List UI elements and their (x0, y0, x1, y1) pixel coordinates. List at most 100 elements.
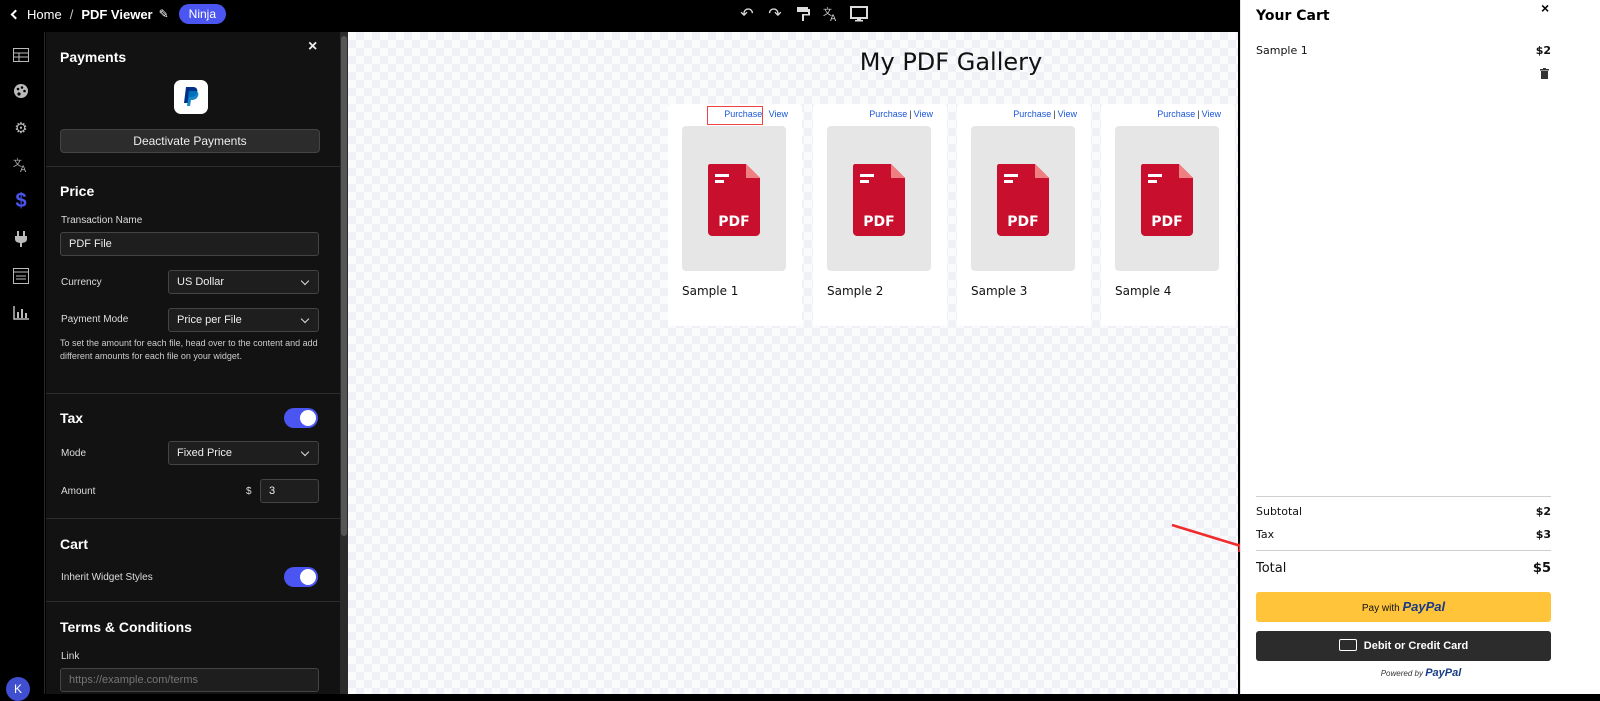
plug-icon[interactable] (10, 228, 32, 250)
chart-icon[interactable] (10, 302, 32, 324)
tax-row: Tax $3 (1256, 528, 1551, 541)
total-row: Total $5 (1256, 561, 1551, 576)
chevron-left-icon[interactable] (10, 9, 21, 19)
tax-mode-value: Fixed Price (177, 447, 233, 459)
deactivate-payments-button[interactable]: Deactivate Payments (60, 129, 320, 153)
plan-badge[interactable]: Ninja (178, 4, 227, 24)
currency-label: Currency (61, 277, 102, 288)
currency-symbol: $ (246, 486, 252, 497)
monitor-icon[interactable] (848, 3, 870, 25)
pdf-card[interactable]: Purchase | View PDF Sample 3 (957, 104, 1091, 326)
settings-panel: × Payments Deactivate Payments Price Tra… (46, 32, 346, 694)
dollar-icon[interactable]: $ (10, 190, 32, 212)
link-separator: | (1053, 109, 1056, 119)
card-links: Purchase|View (1013, 109, 1077, 119)
tax-value: $3 (1535, 528, 1551, 541)
chevron-down-icon (300, 447, 310, 457)
redo-icon[interactable]: ↷ (764, 3, 786, 25)
table-icon[interactable] (10, 44, 32, 66)
purchase-highlight-box (707, 106, 763, 125)
undo-icon[interactable]: ↶ (736, 3, 758, 25)
translate-icon[interactable]: 文A (820, 3, 842, 25)
payment-mode-label: Payment Mode (61, 314, 129, 325)
toggle-knob (300, 569, 316, 585)
svg-text:A: A (20, 165, 27, 173)
terms-link-input[interactable] (60, 668, 319, 692)
view-link[interactable]: View (1202, 109, 1221, 119)
breadcrumb-home[interactable]: Home (27, 7, 62, 22)
divider (46, 166, 346, 167)
page-title: PDF Viewer (81, 6, 153, 22)
view-link[interactable]: View (769, 109, 788, 119)
pdf-card[interactable]: Purchase|View PDF Sample 1 (668, 104, 802, 326)
paypal-button-prefix: Pay with (1361, 603, 1400, 614)
divider (1256, 550, 1551, 551)
chevron-down-icon (300, 276, 310, 286)
purchase-link[interactable]: Purchase (1013, 109, 1051, 119)
section-title-price: Price (60, 183, 95, 199)
tax-label: Tax (1256, 528, 1275, 541)
palette-icon[interactable] (10, 80, 32, 102)
inherit-styles-label: Inherit Widget Styles (61, 572, 153, 583)
total-value: $5 (1532, 561, 1551, 576)
trash-icon[interactable] (1540, 68, 1549, 82)
divider (46, 601, 346, 602)
card-payment-button[interactable]: Debit or Credit Card (1256, 631, 1551, 661)
tax-toggle[interactable] (284, 408, 318, 428)
paypal-wordmark: PayPal (1402, 599, 1446, 614)
cart-item-name: Sample 1 (1256, 44, 1308, 57)
section-title-payments: Payments (60, 49, 127, 65)
panel-scrollbar[interactable] (340, 32, 348, 694)
close-panel-button[interactable]: × (308, 38, 317, 56)
link-separator: | (1197, 109, 1200, 119)
tax-mode-label: Mode (61, 448, 87, 459)
pdf-file-icon: PDF (708, 164, 760, 236)
inherit-styles-toggle[interactable] (284, 567, 318, 587)
paypal-button[interactable]: Pay with PayPal (1256, 592, 1551, 622)
translate-icon[interactable]: 文A (10, 154, 32, 176)
currency-select[interactable]: US Dollar (168, 270, 319, 294)
divider (46, 393, 346, 394)
view-link[interactable]: View (914, 109, 933, 119)
powered-by: Powered by PayPal (1241, 667, 1600, 679)
section-title-cart: Cart (60, 536, 89, 552)
section-title-tax: Tax (60, 410, 84, 426)
credit-card-icon (1338, 639, 1357, 652)
paypal-logo (174, 80, 208, 114)
pdf-label: PDF (1007, 214, 1038, 230)
subtotal-value: $2 (1535, 505, 1551, 518)
form-icon[interactable] (10, 265, 32, 287)
cart-item-price: $2 (1535, 44, 1551, 57)
section-title-terms: Terms & Conditions (60, 619, 192, 635)
gear-icon[interactable]: ⚙ (10, 117, 32, 139)
purchase-link[interactable]: Purchase (1157, 109, 1195, 119)
scrollbar-thumb[interactable] (341, 36, 347, 536)
price-hint: To set the amount for each file, head ov… (60, 338, 318, 361)
view-link[interactable]: View (1058, 109, 1077, 119)
pencil-icon[interactable]: ✎ (159, 7, 169, 21)
tax-amount-input[interactable]: 3 (260, 479, 319, 503)
subtotal-label: Subtotal (1256, 505, 1303, 518)
cart-item: Sample 1 $2 (1256, 44, 1551, 57)
paint-roller-icon[interactable] (792, 3, 814, 25)
icon-rail: ⚙ 文A $ K (0, 32, 45, 701)
transaction-name-input[interactable]: PDF File (60, 232, 319, 256)
pdf-thumbnail[interactable]: PDF (971, 126, 1075, 271)
purchase-link[interactable]: Purchase (869, 109, 907, 119)
breadcrumb-separator: / (69, 6, 74, 22)
card-title: Sample 2 (827, 284, 884, 298)
pdf-thumbnail[interactable]: PDF (682, 126, 786, 271)
close-cart-button[interactable]: × (1541, 0, 1549, 16)
payment-mode-value: Price per File (177, 314, 242, 326)
avatar[interactable]: K (6, 677, 30, 701)
payment-mode-select[interactable]: Price per File (168, 308, 319, 332)
cart-drawer: Your Cart × Sample 1 $2 Subtotal $2 Tax … (1240, 0, 1600, 694)
card-links: Purchase|View (1157, 109, 1221, 119)
pdf-card[interactable]: Purchase | View PDF Sample 2 (813, 104, 947, 326)
pdf-thumbnail[interactable]: PDF (827, 126, 931, 271)
currency-value: US Dollar (177, 276, 225, 288)
chevron-down-icon (300, 314, 310, 324)
cart-title: Your Cart (1256, 8, 1330, 24)
terms-link-label: Link (61, 651, 80, 662)
tax-mode-select[interactable]: Fixed Price (168, 441, 319, 465)
